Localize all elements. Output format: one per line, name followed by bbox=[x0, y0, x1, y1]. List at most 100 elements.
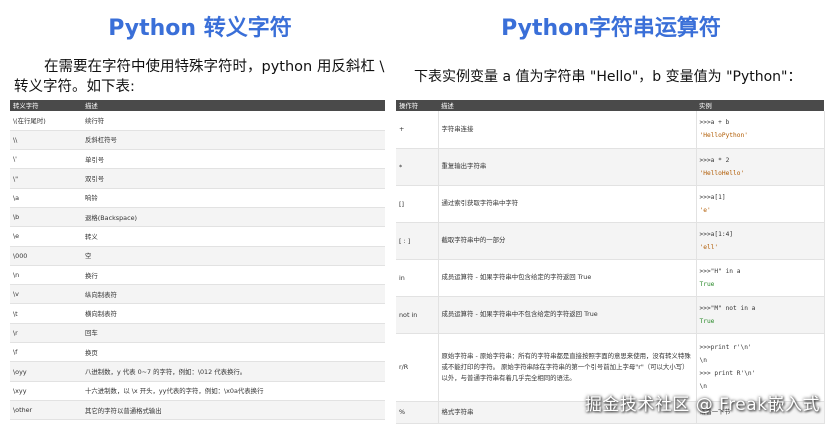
table-row: \e 转义 bbox=[10, 226, 385, 247]
table-row: \(在行尾时) 续行符 bbox=[10, 111, 385, 131]
column-header: 转义字符 bbox=[10, 100, 82, 111]
escape-char-cell: \oyy bbox=[10, 361, 82, 382]
example-result: 'ell' bbox=[699, 243, 719, 251]
description-cell: 纵向制表符 bbox=[82, 284, 385, 305]
escape-char-cell: \" bbox=[10, 168, 82, 189]
example-code: >>>a[1:4] bbox=[699, 230, 734, 238]
description-cell: 响铃 bbox=[82, 188, 385, 208]
example-code: >>>a * 2 bbox=[699, 156, 730, 164]
table-row: \" 双引号 bbox=[10, 168, 385, 189]
table-row: not in 成员运算符 - 如果字符串中不包含给定的字符返回 True >>>… bbox=[396, 296, 825, 334]
description-cell: 换页 bbox=[82, 342, 385, 363]
example-code: >>>print r'\n' bbox=[699, 344, 752, 351]
example-code: >>>a + b bbox=[699, 119, 730, 127]
table-row: \b 退格(Backspace) bbox=[10, 207, 385, 228]
table-header-row: 转义字符 描述 bbox=[10, 100, 385, 111]
table-row: \' 单引号 bbox=[10, 149, 385, 170]
operator-cell: r/R bbox=[396, 333, 439, 402]
table-row: \000 空 bbox=[10, 246, 385, 266]
description-cell: 反斜杠符号 bbox=[82, 130, 385, 151]
description-cell: 转义 bbox=[82, 226, 385, 247]
example-code: >>>a[1] bbox=[699, 193, 726, 201]
escape-char-cell: \' bbox=[10, 149, 82, 170]
table-row: \a 响铃 bbox=[10, 188, 385, 208]
description-cell: 其它的字符以普通格式输出 bbox=[82, 400, 385, 421]
table-row: \t 横向制表符 bbox=[10, 303, 385, 324]
table-row: in 成员运算符 - 如果字符串中包含给定的字符返回 True >>>"H" i… bbox=[396, 259, 825, 297]
escape-char-cell: \a bbox=[10, 188, 82, 208]
description-cell: 续行符 bbox=[82, 111, 385, 131]
example-result: 'HelloPython' bbox=[699, 132, 748, 140]
string-operators-table: 操作符 描述 实例 + 字符串连接 >>>a + b 'HelloPython'… bbox=[396, 100, 825, 424]
operator-cell: % bbox=[396, 401, 439, 424]
example-result: True bbox=[699, 317, 715, 325]
description-cell: 回车 bbox=[82, 323, 385, 344]
table-row: \f 换页 bbox=[10, 342, 385, 363]
description-cell: 双引号 bbox=[82, 168, 385, 189]
watermark: 掘金技术社区 @ Freak嵌入式 bbox=[584, 395, 820, 415]
example-result: 'HelloHello' bbox=[699, 169, 745, 177]
description-cell: 十六进制数，以 \x 开头，yy代表的字符，例如：\x0a代表换行 bbox=[82, 381, 385, 401]
example-cell: >>>a[1] 'e' bbox=[696, 185, 825, 223]
escape-char-cell: \t bbox=[10, 303, 82, 324]
string-operators-title: Python字符串运算符 bbox=[501, 16, 721, 41]
escape-chars-table: 转义字符 描述 \(在行尾时) 续行符 \\ 反斜杠符号 \' 单引号 \" 双引号 \a 响铃 \… bbox=[10, 100, 385, 421]
description-cell: 换行 bbox=[82, 265, 385, 286]
escape-char-cell: \000 bbox=[10, 246, 82, 266]
column-header: 描述 bbox=[82, 100, 385, 111]
table-row: [ : ] 截取字符串中的一部分 >>>a[1:4] 'ell' bbox=[396, 222, 825, 260]
column-header: 实例 bbox=[696, 100, 824, 111]
description-cell: 成员运算符 - 如果字符串中不包含给定的字符返回 True bbox=[438, 296, 697, 334]
escape-char-cell: \v bbox=[10, 284, 82, 305]
escape-char-cell: \(在行尾时) bbox=[10, 111, 82, 131]
example-code: >>>"H" in a bbox=[699, 267, 741, 275]
escape-char-cell: \b bbox=[10, 207, 82, 228]
escape-char-cell: \f bbox=[10, 342, 82, 363]
table-row: \r 回车 bbox=[10, 323, 385, 344]
example-cell: >>>a * 2 'HelloHello' bbox=[696, 148, 825, 186]
description-cell: 成员运算符 - 如果字符串中包含给定的字符返回 True bbox=[438, 259, 697, 297]
example-cell: >>>"M" not in a True bbox=[696, 296, 825, 334]
table-row: \\ 反斜杠符号 bbox=[10, 130, 385, 151]
table-row: \xyy 十六进制数，以 \x 开头，yy代表的字符，例如：\x0a代表换行 bbox=[10, 381, 385, 401]
description-cell: 空 bbox=[82, 246, 385, 266]
table-row: [] 通过索引获取字符串中字符 >>>a[1] 'e' bbox=[396, 185, 825, 223]
escape-char-cell: \other bbox=[10, 400, 82, 421]
example-result: \n bbox=[699, 357, 707, 364]
operator-cell: not in bbox=[396, 296, 439, 334]
description-cell: 八进制数，y 代表 0~7 的字符，例如：\012 代表换行。 bbox=[82, 361, 385, 382]
description-cell: 单引号 bbox=[82, 149, 385, 170]
table-row: \other 其它的字符以普通格式输出 bbox=[10, 400, 385, 421]
escape-chars-intro: 在需要在字符中使用特殊字符时，python 用反斜杠 \ 转义字符。如下表: bbox=[14, 59, 385, 95]
description-cell: 重复输出字符串 bbox=[438, 148, 697, 186]
table-header-row: 操作符 描述 实例 bbox=[396, 100, 824, 111]
example-cell: >>>"H" in a True bbox=[696, 259, 825, 297]
description-cell: 通过索引获取字符串中字符 bbox=[438, 185, 697, 223]
escape-chars-title: Python 转义字符 bbox=[108, 16, 292, 41]
example-result: 'e' bbox=[699, 206, 711, 214]
escape-char-cell: \n bbox=[10, 265, 82, 286]
table-row: * 重复输出字符串 >>>a * 2 'HelloHello' bbox=[396, 148, 825, 186]
string-operators-intro: 下表实例变量 a 值为字符串 "Hello"，b 变量值为 "Python"： bbox=[414, 69, 802, 85]
table-row: \v 纵向制表符 bbox=[10, 284, 385, 305]
description-cell: 横向制表符 bbox=[82, 303, 385, 324]
operator-cell: in bbox=[396, 259, 439, 297]
description-cell: 字符串连接 bbox=[438, 111, 697, 149]
description-cell: 退格(Backspace) bbox=[82, 207, 385, 228]
operator-cell: + bbox=[396, 111, 439, 149]
example-cell: >>>a + b 'HelloPython' bbox=[696, 111, 825, 149]
example-result: True bbox=[699, 280, 715, 288]
escape-char-cell: \r bbox=[10, 323, 82, 344]
example-code: >>> print R'\n' bbox=[699, 370, 756, 377]
column-header: 描述 bbox=[438, 100, 696, 111]
example-cell: >>>a[1:4] 'ell' bbox=[696, 222, 825, 260]
operator-cell: [ : ] bbox=[396, 222, 439, 260]
escape-char-cell: \e bbox=[10, 226, 82, 247]
example-code: >>>"M" not in a bbox=[699, 304, 756, 312]
table-row: \oyy 八进制数，y 代表 0~7 的字符，例如：\012 代表换行。 bbox=[10, 361, 385, 382]
operator-cell: * bbox=[396, 148, 439, 186]
description-cell: 截取字符串中的一部分 bbox=[438, 222, 697, 260]
table-row: \n 换行 bbox=[10, 265, 385, 286]
escape-char-cell: \\ bbox=[10, 130, 82, 151]
escape-char-cell: \xyy bbox=[10, 381, 82, 401]
